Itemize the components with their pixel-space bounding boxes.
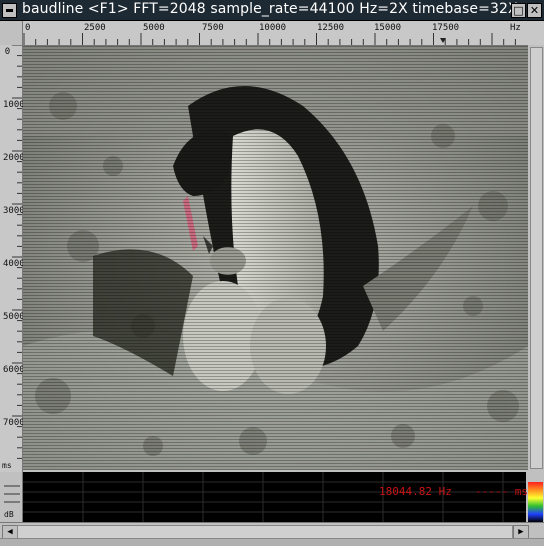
square-icon: □ xyxy=(513,4,524,17)
freq-tick-label: 7500 xyxy=(202,23,224,33)
arrow-left-icon: ◀ xyxy=(7,527,13,537)
color-scale-bar[interactable] xyxy=(528,482,543,522)
time-readout: ----- ms xyxy=(475,485,528,498)
time-tick-label: 7000 xyxy=(3,418,25,428)
freq-tick-label: 2500 xyxy=(84,23,106,33)
horizontal-scrollbar[interactable]: ◀ ▶ xyxy=(0,522,544,539)
arrow-right-icon: ▶ xyxy=(518,527,524,537)
time-tick-label: 4000 xyxy=(3,259,25,269)
time-ruler[interactable]: 0 1000 2000 3000 4000 5000 6000 7000 ms xyxy=(0,45,25,472)
close-button[interactable]: ✕ xyxy=(527,3,542,18)
frequency-readout: 18044.82 Hz xyxy=(379,485,452,498)
spectrogram-display[interactable] xyxy=(23,46,528,470)
window-menu-button[interactable] xyxy=(2,3,17,18)
info-panel: 18044.82 Hz ----- ms xyxy=(23,472,528,522)
maximize-button[interactable]: □ xyxy=(511,3,526,18)
freq-tick-label: 5000 xyxy=(143,23,165,33)
window-title: baudline <F1> FFT=2048 sample_rate=44100… xyxy=(22,1,518,17)
close-icon: ✕ xyxy=(529,4,540,17)
vertical-scroll-strip[interactable] xyxy=(528,45,544,472)
freq-tick-label: 17500 xyxy=(432,23,460,33)
time-tick-label: 6000 xyxy=(3,365,25,375)
time-tick-label: 3000 xyxy=(3,206,25,216)
frequency-ruler[interactable]: 0 2500 5000 7500 10000 12500 15000 17500… xyxy=(0,21,544,46)
scroll-left-button[interactable]: ◀ xyxy=(2,525,18,539)
title-bar: baudline <F1> FFT=2048 sample_rate=44100… xyxy=(0,0,544,21)
time-tick-label: 1000 xyxy=(3,100,25,110)
freq-tick-label: 12500 xyxy=(317,23,345,33)
db-ruler: dB xyxy=(0,472,23,522)
scroll-thumb[interactable] xyxy=(17,525,513,539)
freq-tick-label: 0 xyxy=(25,23,31,33)
scroll-right-button[interactable]: ▶ xyxy=(513,525,529,539)
time-unit-label: ms xyxy=(2,461,12,470)
time-tick-label: 5000 xyxy=(3,312,25,322)
freq-tick-label: 10000 xyxy=(259,23,287,33)
time-tick-label: 0 xyxy=(4,47,11,57)
freq-tick-label: 15000 xyxy=(374,23,402,33)
spectrogram-image xyxy=(23,46,528,470)
db-label: dB xyxy=(4,510,14,519)
vertical-scroll-thumb[interactable] xyxy=(530,47,543,469)
time-tick-label: 2000 xyxy=(3,153,25,163)
freq-unit-label: Hz xyxy=(510,23,521,33)
